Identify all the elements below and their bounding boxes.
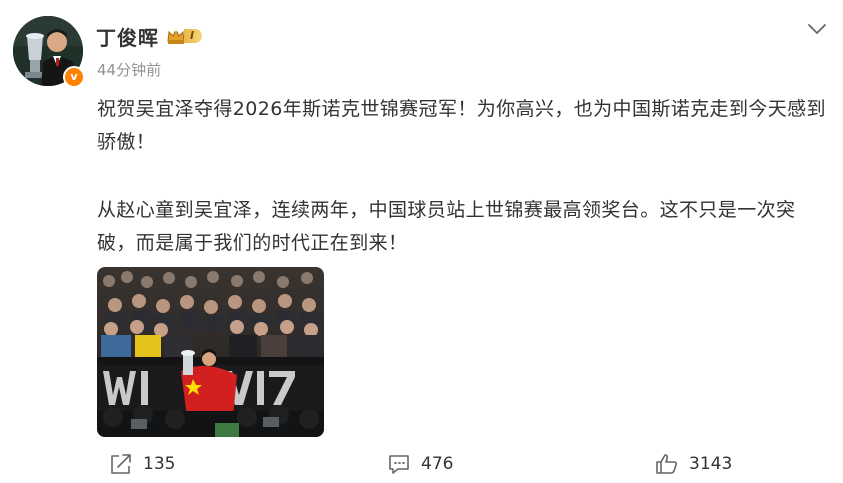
comment-bubble-icon [389, 455, 409, 474]
thumbs-up-icon [656, 454, 678, 474]
like-button[interactable]: 3143 [655, 452, 732, 476]
share-arrow-icon [111, 454, 131, 474]
repost-count: 135 [143, 454, 176, 474]
user-level-badge[interactable]: I [166, 26, 203, 46]
more-options-button[interactable] [806, 20, 828, 38]
comment-count: 476 [421, 454, 454, 474]
weibo-post-card: v 丁俊晖 I 44分钟前 祝贺吴宜泽夺得2026年斯诺克世锦赛冠军！为你高兴，… [0, 0, 843, 483]
chevron-down-icon [808, 24, 826, 34]
comment-button[interactable]: 476 [387, 452, 453, 476]
crown-icon [167, 28, 185, 44]
repost-button[interactable]: 135 [109, 452, 175, 476]
post-paragraph: 祝贺吴宜泽夺得2026年斯诺克世锦赛冠军！为你高兴，也为中国斯诺克走到今天感到骄… [97, 98, 826, 153]
post-timestamp[interactable]: 44分钟前 [97, 59, 161, 80]
post-photo[interactable] [97, 267, 324, 437]
like-count: 3143 [689, 454, 733, 474]
post-paragraph: 从赵心童到吴宜泽，连续两年，中国球员站上世锦赛最高领奖台。这不只是一次突破，而是… [97, 199, 796, 254]
verified-badge: v [63, 66, 85, 88]
username[interactable]: 丁俊晖 [96, 22, 159, 51]
user-level-label: I [184, 29, 203, 43]
